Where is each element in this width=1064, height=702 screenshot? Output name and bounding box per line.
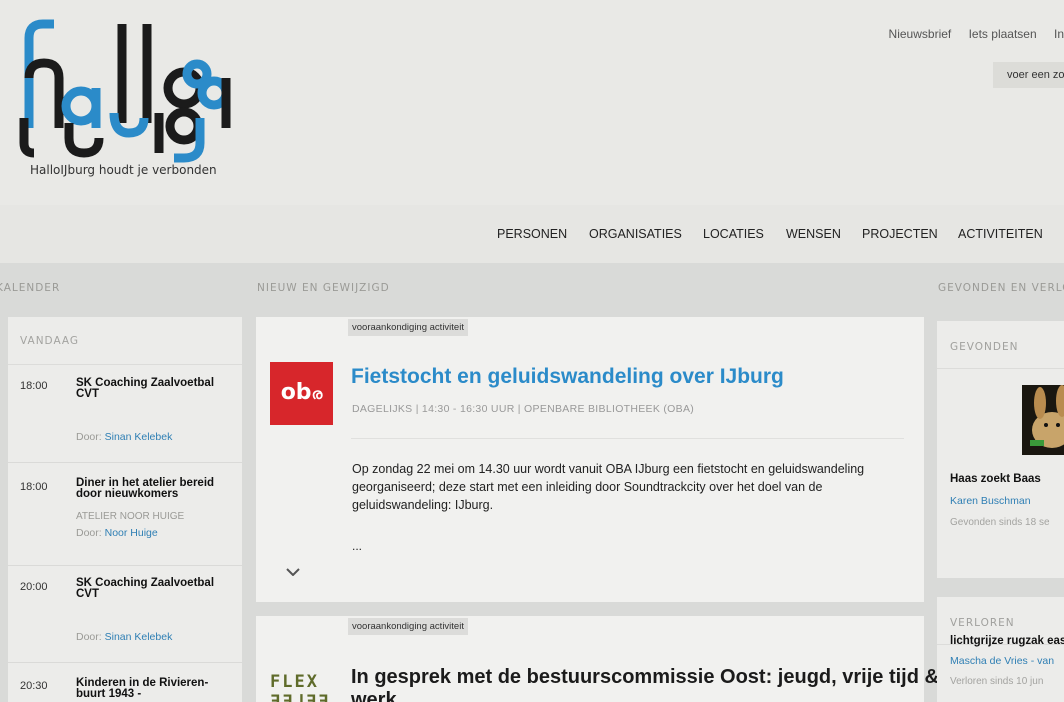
found-item-date: Gevonden sinds 18 se <box>950 517 1050 528</box>
nav-organisaties[interactable]: ORGANISATIES <box>589 227 682 241</box>
hallo-ijburg-logo[interactable] <box>14 18 234 178</box>
calendar-today-heading: VANDAAG <box>8 317 242 365</box>
main-nav: PERSONEN ORGANISATIES LOCATIES WENSEN PR… <box>0 205 1064 263</box>
calendar-item-by: Door: Sinan Kelebek <box>76 431 172 443</box>
news-column-title: NIEUW EN GEWIJZIGD <box>257 282 390 294</box>
news-card[interactable]: vooraankondiging activiteit obര Fietstoc… <box>256 317 924 602</box>
organizer-link[interactable]: Noor Huige <box>105 527 158 539</box>
news-meta: DAGELIJKS | 14:30 - 16:30 UUR | OPENBARE… <box>352 403 695 415</box>
newsletter-link[interactable]: Nieuwsbrief <box>889 27 952 41</box>
oba-logo-text: ob <box>280 380 312 405</box>
calendar-item-time: 18:00 <box>20 380 48 392</box>
calendar-panel: VANDAAG 18:00 SK Coaching Zaalvoetbal CV… <box>8 317 242 702</box>
lost-item-title[interactable]: lichtgrijze rugzak eas <box>950 635 1064 647</box>
found-lost-column-title: GEVONDEN EN VERLO <box>938 282 1064 294</box>
lost-item-date: Verloren sinds 10 jun <box>950 676 1044 687</box>
site-tagline: HalloIJburg houdt je verbonden <box>30 163 217 177</box>
news-description: Op zondag 22 mei om 14.30 uur wordt vanu… <box>352 462 865 512</box>
nav-personen[interactable]: PERSONEN <box>497 227 567 241</box>
flex-logo-text: FLEX <box>270 672 319 692</box>
lost-item-name[interactable]: Mascha de Vries - van <box>950 655 1054 667</box>
site-header: HalloIJburg houdt je verbonden Nieuwsbri… <box>0 0 1064 205</box>
found-item-title[interactable]: Haas zoekt Baas <box>950 473 1041 485</box>
news-title[interactable]: Fietstocht en geluidswandeling over IJbu… <box>351 365 784 389</box>
calendar-item[interactable]: 20:30 Kinderen in de Rivieren-buurt 1943… <box>8 663 242 702</box>
chevron-down-icon[interactable] <box>286 563 300 579</box>
found-panel: GEVONDEN Haas zoekt Baas Karen Buschman … <box>937 321 1064 578</box>
found-item-name[interactable]: Karen Buschman <box>950 495 1031 507</box>
news-ellipsis: ... <box>352 539 363 553</box>
news-title[interactable]: In gesprek met de bestuurscommissie Oost… <box>351 666 939 689</box>
calendar-item-time: 20:30 <box>20 680 48 692</box>
calendar-item-time: 20:00 <box>20 581 48 593</box>
calendar-item[interactable]: 18:00 SK Coaching Zaalvoetbal CVT Door: … <box>8 365 242 463</box>
login-link[interactable]: In <box>1054 27 1064 41</box>
by-label: Door: <box>76 631 102 643</box>
flex-logo: FLEX ƎƎ⅃ƎƎ <box>270 672 331 702</box>
organizer-link[interactable]: Sinan Kelebek <box>105 631 173 643</box>
by-label: Door: <box>76 527 102 539</box>
news-title-line2[interactable]: werk <box>351 689 397 702</box>
calendar-item[interactable]: 20:00 SK Coaching Zaalvoetbal CVT Door: … <box>8 566 242 663</box>
oba-logo: obര <box>270 362 333 425</box>
news-card[interactable]: vooraankondiging activiteit FLEX ƎƎ⅃ƎƎ In… <box>256 616 939 702</box>
calendar-item-time: 18:00 <box>20 481 48 493</box>
calendar-item[interactable]: 18:00 Diner in het atelier bereid door n… <box>8 463 242 566</box>
calendar-item-location: ATELIER NOOR HUIGE <box>76 511 185 522</box>
nav-wensen[interactable]: WENSEN <box>786 227 841 241</box>
calendar-item-title[interactable]: Kinderen in de Rivieren-buurt 1943 - <box>76 677 236 700</box>
by-label: Door: <box>76 431 102 443</box>
found-heading: GEVONDEN <box>937 321 1064 369</box>
top-links: Nieuwsbrief Iets plaatsen In <box>875 27 1064 41</box>
nav-activiteiten[interactable]: ACTIVITEITEN <box>958 227 1043 241</box>
news-tag: vooraankondiging activiteit <box>348 319 468 336</box>
news-divider <box>351 438 904 439</box>
calendar-item-title[interactable]: Diner in het atelier bereid door nieuwko… <box>76 477 236 500</box>
calendar-item-by: Door: Noor Huige <box>76 527 158 539</box>
organizer-link[interactable]: Sinan Kelebek <box>105 431 173 443</box>
nav-projecten[interactable]: PROJECTEN <box>862 227 938 241</box>
lost-panel: VERLOREN lichtgrijze rugzak eas Mascha d… <box>937 597 1064 702</box>
post-something-link[interactable]: Iets plaatsen <box>969 27 1037 41</box>
calendar-item-title[interactable]: SK Coaching Zaalvoetbal CVT <box>76 577 236 600</box>
calendar-item-title[interactable]: SK Coaching Zaalvoetbal CVT <box>76 377 236 400</box>
news-tag: vooraankondiging activiteit <box>348 618 468 635</box>
calendar-column-title: KALENDER <box>0 282 61 294</box>
calendar-item-by: Door: Sinan Kelebek <box>76 631 172 643</box>
nav-locaties[interactable]: LOCATIES <box>703 227 764 241</box>
rabbit-photo[interactable] <box>1022 385 1064 455</box>
search-input[interactable]: voer een zo <box>993 62 1064 88</box>
